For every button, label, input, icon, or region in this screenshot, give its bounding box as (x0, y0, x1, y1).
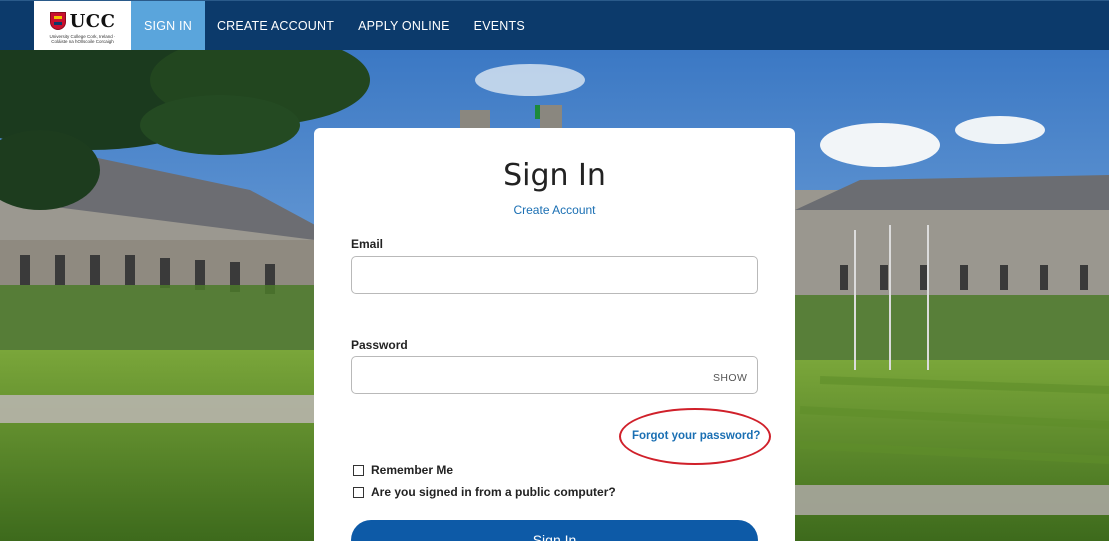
checkbox-icon[interactable] (353, 464, 364, 476)
nav-sign-in[interactable]: SIGN IN (131, 1, 205, 50)
show-password-button[interactable]: SHOW (713, 372, 747, 384)
public-computer-checkbox[interactable]: Are you signed in from a public computer… (353, 485, 616, 499)
create-account-link[interactable]: Create Account (314, 203, 795, 217)
remember-me-label: Remember Me (371, 463, 454, 477)
logo-text: UCC (69, 10, 116, 32)
public-computer-label: Are you signed in from a public computer… (371, 485, 616, 499)
email-field[interactable] (351, 256, 758, 294)
nav-apply-online[interactable]: APPLY ONLINE (346, 1, 462, 50)
forgot-password-link[interactable]: Forgot your password? (632, 430, 760, 442)
page-title: Sign In (503, 158, 606, 193)
nav-create-account[interactable]: CREATE ACCOUNT (205, 1, 346, 50)
top-navigation-bar: UCC University College Cork, Ireland · C… (0, 0, 1109, 51)
remember-me-checkbox[interactable]: Remember Me (353, 463, 453, 477)
password-field[interactable] (351, 356, 758, 394)
password-label: Password (351, 338, 408, 352)
ucc-crest-icon (49, 12, 66, 30)
sign-in-button[interactable]: Sign In (351, 520, 758, 541)
logo-row: UCC (49, 10, 116, 32)
sign-in-card: Sign In Create Account Email Password SH… (314, 128, 795, 541)
checkbox-icon[interactable] (353, 486, 364, 498)
nav-events[interactable]: EVENTS (462, 1, 537, 50)
ucc-logo[interactable]: UCC University College Cork, Ireland · C… (34, 1, 131, 51)
email-label: Email (351, 237, 384, 251)
logo-subtitle: University College Cork, Ireland · Colái… (49, 33, 116, 44)
